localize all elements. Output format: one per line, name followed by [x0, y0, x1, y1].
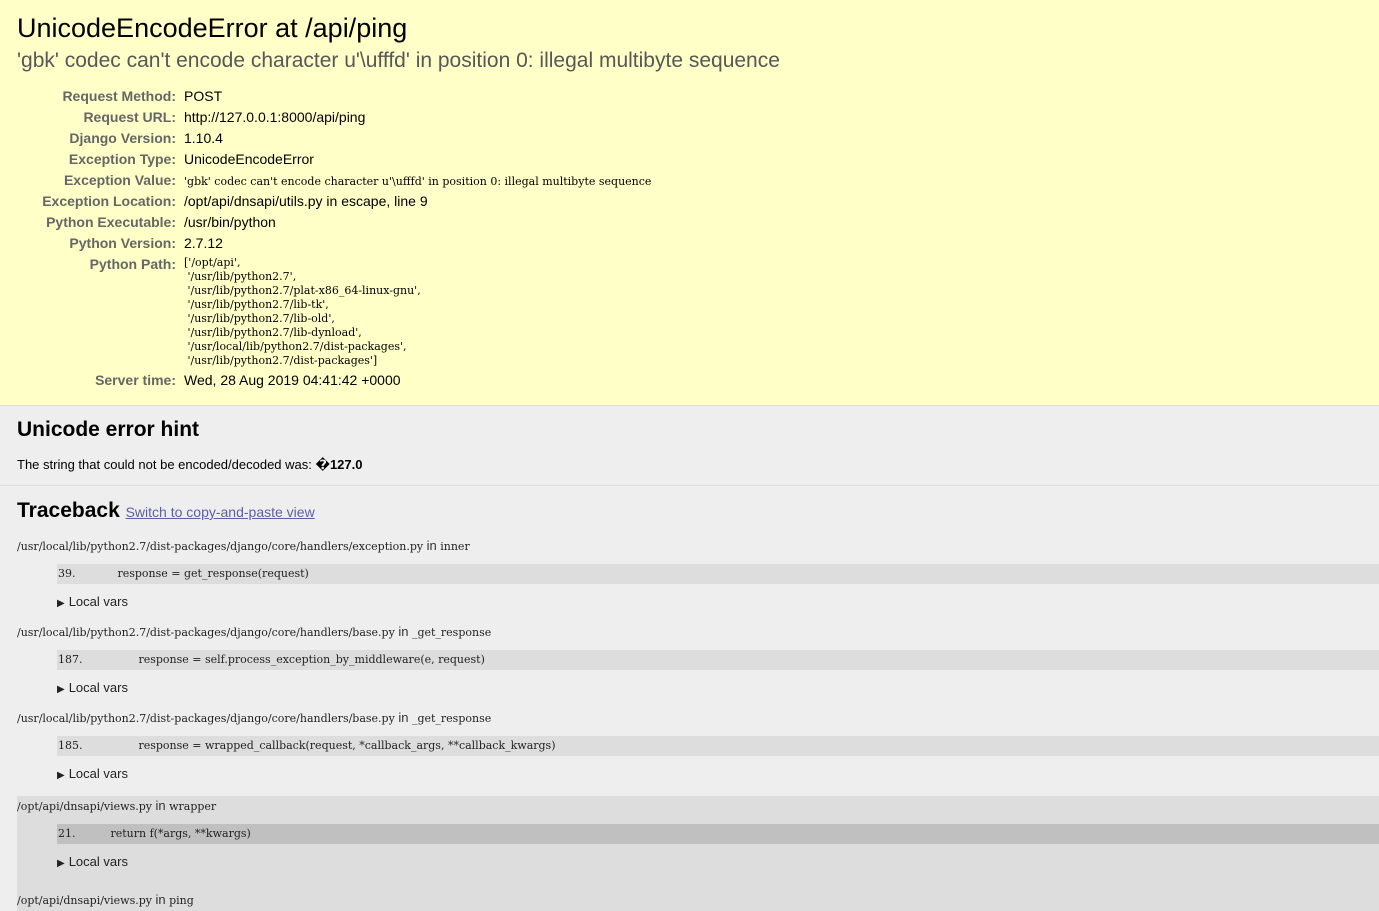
meta-row-exception-type: Exception Type: UnicodeEncodeError: [17, 149, 651, 170]
frame-file: /opt/api/dnsapi/views.py: [17, 800, 152, 813]
meta-label: Request Method:: [62, 88, 176, 104]
unicode-hint-section: Unicode error hint The string that could…: [0, 406, 1379, 486]
traceback-frame: /usr/local/lib/python2.7/dist-packages/d…: [0, 538, 1379, 613]
local-vars-toggle[interactable]: ▶ Local vars: [57, 853, 1379, 873]
meta-value: 1.10.4: [184, 130, 223, 146]
local-vars-toggle[interactable]: ▶ Local vars: [57, 765, 1379, 785]
meta-value: http://127.0.0.1:8000/api/ping: [184, 109, 366, 125]
frame-function: _get_response: [411, 626, 492, 639]
meta-row-request-url: Request URL: http://127.0.0.1:8000/api/p…: [17, 107, 651, 128]
meta-row-request-method: Request Method: POST: [17, 86, 651, 107]
meta-label: Exception Type:: [68, 151, 176, 167]
meta-value: 2.7.12: [184, 235, 223, 251]
meta-value: POST: [184, 88, 223, 104]
frame-code-line[interactable]: 21. return f(*args, **kwargs): [57, 824, 1379, 844]
triangle-right-icon: ▶: [57, 598, 65, 609]
frame-in-word: in: [398, 710, 409, 725]
traceback-section: Traceback Switch to copy-and-paste view …: [0, 486, 1379, 911]
local-vars-label: Local vars: [68, 594, 128, 609]
frame-in-word: in: [155, 798, 166, 813]
frame-file: /usr/local/lib/python2.7/dist-packages/d…: [17, 712, 395, 725]
frame-in-word: in: [155, 892, 166, 907]
frame-function: inner: [440, 540, 470, 553]
frame-location: /opt/api/dnsapi/views.py in ping: [17, 882, 1379, 908]
meta-row-server-time: Server time: Wed, 28 Aug 2019 04:41:42 +…: [17, 370, 651, 391]
local-vars-label: Local vars: [68, 854, 128, 869]
frame-location: /usr/local/lib/python2.7/dist-packages/d…: [0, 538, 1379, 554]
local-vars-label: Local vars: [68, 766, 128, 781]
meta-row-python-version: Python Version: 2.7.12: [17, 233, 651, 254]
frame-location: /usr/local/lib/python2.7/dist-packages/d…: [0, 710, 1379, 726]
error-subtitle: 'gbk' codec can't encode character u'\uf…: [17, 49, 780, 72]
frame-file: /usr/local/lib/python2.7/dist-packages/d…: [17, 540, 424, 553]
meta-label: Python Path:: [89, 256, 176, 272]
triangle-right-icon: ▶: [57, 770, 65, 781]
frame-in-word: in: [426, 538, 437, 553]
python-path-list: ['/opt/api', '/usr/lib/python2.7', '/usr…: [184, 254, 421, 368]
local-vars-toggle[interactable]: ▶ Local vars: [57, 593, 1379, 613]
python-path-entry: ['/opt/api',: [184, 256, 241, 269]
meta-row-exception-value: Exception Value: 'gbk' codec can't encod…: [17, 170, 651, 191]
meta-value: UnicodeEncodeError: [184, 151, 314, 167]
python-path-entry: '/usr/lib/python2.7',: [184, 270, 297, 283]
error-summary: UnicodeEncodeError at /api/ping 'gbk' co…: [0, 0, 1379, 406]
meta-row-python-path: Python Path: ['/opt/api', '/usr/lib/pyth…: [17, 254, 651, 370]
meta-label: Python Version:: [69, 235, 176, 251]
meta-label: Server time:: [95, 372, 176, 388]
unicode-hint-heading: Unicode error hint: [17, 418, 200, 441]
local-vars-toggle[interactable]: ▶ Local vars: [57, 679, 1379, 699]
frame-code-line[interactable]: 185. response = wrapped_callback(request…: [57, 736, 1379, 756]
traceback-frame: /usr/local/lib/python2.7/dist-packages/d…: [0, 710, 1379, 785]
python-path-entry: '/usr/lib/python2.7/lib-old',: [184, 312, 335, 325]
traceback-frame-user: /opt/api/dnsapi/views.py in wrapper 21. …: [17, 796, 1379, 882]
frame-file: /opt/api/dnsapi/views.py: [17, 894, 152, 907]
traceback-title: Traceback: [17, 499, 120, 522]
triangle-right-icon: ▶: [57, 858, 65, 869]
meta-value: 'gbk' codec can't encode character u'\uf…: [184, 175, 652, 188]
frame-function: ping: [169, 894, 194, 907]
switch-copy-paste-link[interactable]: Switch to copy-and-paste view: [126, 504, 315, 520]
request-meta-table: Request Method: POST Request URL: http:/…: [17, 86, 651, 391]
frame-location: /opt/api/dnsapi/views.py in wrapper: [17, 796, 1379, 816]
frame-function: wrapper: [169, 800, 217, 813]
python-path-entry: '/usr/lib/python2.7/plat-x86_64-linux-gn…: [184, 284, 421, 297]
python-path-entry: '/usr/lib/python2.7/dist-packages']: [184, 354, 378, 367]
meta-row-django-version: Django Version: 1.10.4: [17, 128, 651, 149]
meta-value: Wed, 28 Aug 2019 04:41:42 +0000: [184, 372, 401, 388]
meta-label: Exception Location:: [42, 193, 176, 209]
frame-file: /usr/local/lib/python2.7/dist-packages/d…: [17, 626, 395, 639]
python-path-entry: '/usr/local/lib/python2.7/dist-packages'…: [184, 340, 407, 353]
meta-row-python-executable: Python Executable: /usr/bin/python: [17, 212, 651, 233]
meta-label: Request URL:: [83, 109, 176, 125]
traceback-frame-user: /opt/api/dnsapi/views.py in ping: [17, 882, 1379, 911]
traceback-heading: Traceback Switch to copy-and-paste view: [17, 496, 1379, 527]
unicode-hint-text: The string that could not be encoded/dec…: [17, 456, 1362, 474]
local-vars-label: Local vars: [68, 680, 128, 695]
meta-label: Django Version:: [69, 130, 176, 146]
unicode-hint-label: The string that could not be encoded/dec…: [17, 457, 316, 472]
frame-code-line[interactable]: 39. response = get_response(request): [57, 564, 1379, 584]
python-path-entry: '/usr/lib/python2.7/lib-dynload',: [184, 326, 362, 339]
meta-row-exception-location: Exception Location: /opt/api/dnsapi/util…: [17, 191, 651, 212]
traceback-frame: /usr/local/lib/python2.7/dist-packages/d…: [0, 624, 1379, 699]
meta-label: Exception Value:: [63, 172, 176, 188]
meta-value: /usr/bin/python: [184, 214, 276, 230]
frame-location: /usr/local/lib/python2.7/dist-packages/d…: [0, 624, 1379, 640]
error-title: UnicodeEncodeError at /api/ping: [17, 13, 408, 43]
meta-label: Python Executable:: [46, 214, 176, 230]
frame-in-word: in: [398, 624, 409, 639]
unicode-hint-value: �127.0: [315, 457, 363, 472]
frame-function: _get_response: [411, 712, 492, 725]
meta-value: /opt/api/dnsapi/utils.py in escape, line…: [184, 193, 428, 209]
python-path-entry: '/usr/lib/python2.7/lib-tk',: [184, 298, 329, 311]
frame-code-line[interactable]: 187. response = self.process_exception_b…: [57, 650, 1379, 670]
triangle-right-icon: ▶: [57, 684, 65, 695]
